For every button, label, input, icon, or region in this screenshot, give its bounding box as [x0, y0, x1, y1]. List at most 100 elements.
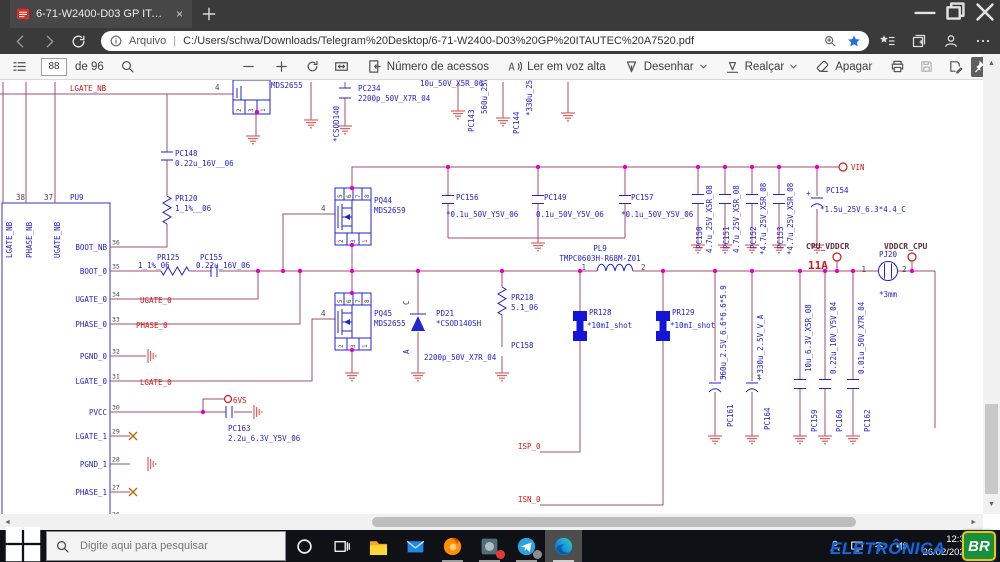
schematic-label: 560u_2.5V_6.6*6.6*5.9 [719, 285, 728, 380]
schematic-label: *330u_2.5V_V_A [756, 314, 765, 378]
forward-icon[interactable] [41, 33, 58, 50]
schematic-label: 0.1u_50V_Y5V_06 [536, 210, 604, 219]
back-icon[interactable] [12, 33, 29, 50]
file-explorer-icon [368, 536, 389, 557]
pin-name: UGATE_0 [75, 295, 107, 304]
cortana-button[interactable] [286, 530, 323, 562]
junction-dot [814, 164, 820, 170]
schematic-label: *CSOD140 [332, 105, 341, 142]
windows-taskbar: 12:36 26/02/2021 ELETRÔNICA BR [0, 526, 1000, 562]
info-icon[interactable] [109, 34, 123, 48]
taskbar-search-input[interactable] [78, 539, 272, 553]
profile-avatar[interactable] [943, 33, 959, 49]
net-connector [838, 162, 848, 172]
schematic-label: PC162 [863, 409, 872, 432]
read-aloud-button[interactable]: A Ler em voz alta [507, 59, 605, 74]
accesses-button[interactable]: Número de acessos [367, 59, 489, 74]
table-of-contents-icon[interactable] [12, 59, 27, 74]
jumper-pj20 [878, 261, 898, 281]
schematic-label: 4 [215, 83, 220, 92]
edge-button[interactable] [545, 530, 582, 562]
shunt-resistor [659, 319, 667, 333]
restore-button[interactable] [940, 0, 970, 28]
read-aloud-icon: A [507, 59, 523, 74]
more-menu-icon[interactable] [975, 33, 991, 49]
diode-pd21 [411, 316, 425, 331]
people-tray-icon[interactable] [828, 539, 842, 553]
close-button[interactable] [970, 0, 1000, 28]
wifi-icon[interactable] [872, 539, 886, 553]
favorite-star-icon[interactable] [847, 34, 861, 48]
schematic-label: PHASE_NB [25, 221, 34, 258]
draw-button[interactable]: Desenhar [624, 59, 709, 74]
taskbar-search-box[interactable] [46, 531, 286, 561]
pin-number: 36 [112, 239, 120, 247]
scroll-right-icon[interactable]: ► [970, 519, 977, 526]
schematic-label: UGATE_NB [53, 221, 62, 258]
junction-dot [749, 164, 755, 170]
favorites-bar-icon[interactable] [879, 33, 895, 49]
pin-name: BOOT_NB [75, 243, 107, 252]
firefox-button[interactable] [434, 530, 471, 562]
mail-button[interactable] [397, 530, 434, 562]
file-explorer-button[interactable] [360, 530, 397, 562]
refresh-icon[interactable] [70, 33, 87, 50]
junction-dot [660, 268, 666, 274]
horizontal-scrollbar[interactable]: ◄ ► [0, 514, 983, 530]
schematic-label: 5 [337, 194, 344, 198]
junction-dot [415, 268, 421, 274]
volume-icon[interactable] [894, 539, 908, 553]
component-symbol [497, 286, 507, 316]
browser-tab[interactable]: 6-71-W2400-D03 GP ITAUTEC A × [10, 0, 192, 28]
taskbar-clock[interactable]: 12:36 26/02/2021 [910, 533, 970, 559]
zoom-page-icon[interactable] [823, 34, 837, 48]
vertical-scroll-thumb[interactable] [985, 404, 998, 494]
schematic-label: 7 [355, 299, 362, 303]
junction-dot [349, 185, 355, 191]
vertical-scrollbar[interactable]: ▲ ▼ [983, 54, 1000, 514]
chevron-down-icon[interactable] [788, 61, 799, 72]
save-as-icon[interactable] [948, 59, 963, 74]
schematic-label: 1_1%__06 [175, 204, 212, 213]
fit-to-width-icon[interactable] [334, 59, 349, 74]
pin-number: 34 [112, 291, 120, 299]
erase-button[interactable]: Apagar [815, 59, 872, 74]
minimize-button[interactable] [910, 0, 940, 28]
telegram-button[interactable] [508, 530, 545, 562]
horizontal-scroll-thumb[interactable] [372, 517, 856, 527]
schematic-label: 2 [338, 239, 345, 243]
schematic-label: 6 [346, 194, 353, 198]
url-field[interactable]: Arquivo | C:/Users/schwa/Downloads/Teleg… [101, 31, 869, 51]
zoom-in-icon[interactable] [274, 59, 289, 74]
collections-icon[interactable] [911, 33, 927, 49]
pin-name: LGATE_0 [75, 377, 107, 386]
schematic-label: *4.7u_25V_X5R_08 [786, 182, 795, 255]
schematic-label: MDS2655 [271, 81, 303, 90]
new-tab-button[interactable] [200, 5, 218, 23]
page-number-input[interactable] [41, 57, 67, 76]
print-icon[interactable] [890, 59, 905, 74]
browser-actions [879, 33, 991, 49]
scroll-down-icon[interactable]: ▼ [988, 501, 995, 508]
junction-dot [445, 164, 451, 170]
minimize-icon [910, 0, 940, 32]
schematic-label: 3 [350, 239, 357, 243]
highlight-button[interactable]: Realçar [725, 59, 800, 74]
start-button[interactable] [0, 526, 46, 562]
search-icon[interactable] [120, 59, 135, 74]
url-text[interactable]: C:/Users/schwa/Downloads/Telegram%20Desk… [183, 35, 823, 47]
photos-app-button[interactable] [471, 530, 508, 562]
schematic-label: *CSOD140SH [436, 319, 482, 328]
scroll-up-icon[interactable]: ▲ [988, 60, 995, 67]
zoom-out-icon[interactable] [241, 59, 256, 74]
task-view-button[interactable] [323, 530, 360, 562]
display-tray-icon[interactable] [850, 539, 864, 553]
junction-dot [850, 268, 856, 274]
schematic-label: 2200p_50V_X7R_04 [358, 94, 431, 103]
chevron-down-icon[interactable] [698, 61, 709, 72]
schematic-label: TMPC0603H-R68M-Z01 [559, 254, 640, 263]
schematic-label: + [806, 189, 811, 198]
tab-close-icon[interactable]: × [173, 7, 186, 21]
junction-dot [535, 164, 541, 170]
rotate-icon[interactable] [305, 59, 320, 74]
